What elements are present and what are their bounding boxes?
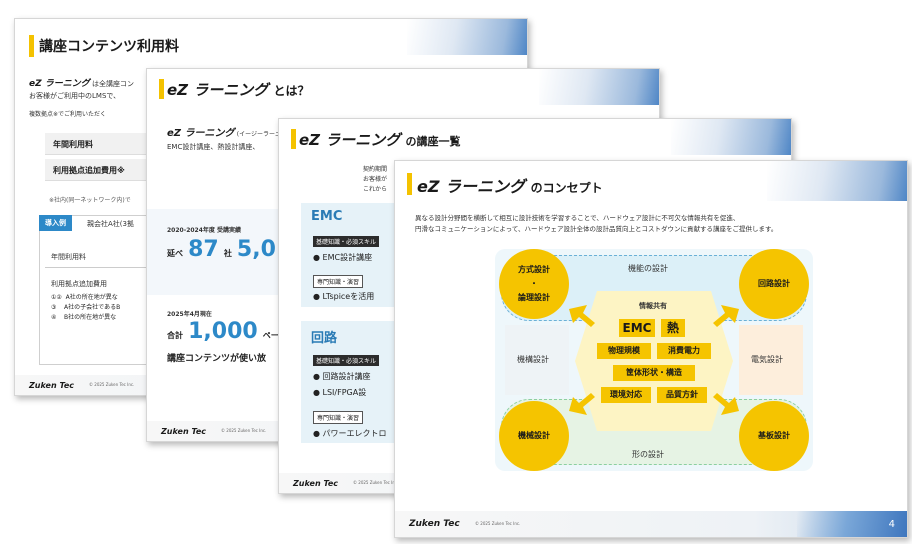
zuken-logo: Zuken Tec <box>293 479 339 488</box>
intro-text-2: お客様がご利用中のLMSで、 <box>29 92 121 100</box>
slide-title: eZ ラーニング とは？ <box>167 79 310 100</box>
slide-title: eZ ラーニング の講座一覧 <box>299 129 461 150</box>
header-stripe <box>407 19 527 55</box>
slide-4-concept[interactable]: eZ ラーニング のコンセプト 異なる設計分野間を横断して相互に設計技術を学習す… <box>394 160 908 538</box>
copyright: © 2025 Zuken Tec Inc. <box>221 428 267 433</box>
arrow-bl <box>569 393 595 415</box>
copyright: © 2025 Zuken Tec Inc. <box>475 521 521 526</box>
network-note: ※社内(同一ネットワーク内)で <box>49 197 131 204</box>
annual-fee-row: 年間利用料 <box>45 133 155 155</box>
circuit-heading: 回路 <box>311 331 338 346</box>
brand-name: eZ ラーニング <box>167 128 235 139</box>
divider <box>45 267 155 268</box>
emc-course-item: ● EMC設計講座 <box>313 253 373 262</box>
brand-name: eZ ラーニング <box>167 81 269 99</box>
circle-board-design: 基板設計 <box>739 401 809 471</box>
list-item: ③ A社の子会社であるB <box>51 304 121 311</box>
case-list: ①② A社の所在地が異な ③ A社の子会社であるB ④ B社の所在地が異な <box>51 293 120 323</box>
lsi-fpga-course-item: ● LSI/FPGA設 <box>313 388 367 397</box>
title-accent-bar <box>291 129 296 149</box>
brand-reading: (イージーラーニ <box>236 131 281 138</box>
emc-heading: EMC <box>311 209 343 224</box>
description-line-2: 円滑なコミュニケーションによって、ハードウェア設計全体の設計品質向上とコストダウ… <box>415 225 778 233</box>
header-stripe <box>671 119 791 155</box>
case-annual-fee: 年間利用料 <box>51 253 86 261</box>
slide-title: 講座コンテンツ利用料 <box>39 39 179 55</box>
stat1-label: 2020-2024年度 受講実績 <box>167 227 241 234</box>
brand-name: eZ ラーニング <box>29 79 90 89</box>
arrow-br <box>713 393 739 415</box>
title-suffix: とは？ <box>273 84 310 98</box>
case-tag: 導入例 <box>39 215 72 231</box>
expert-tag: 専門知識・演習 <box>313 275 364 288</box>
arrow-tl <box>569 305 595 327</box>
list-item: ④ B社の所在地が異な <box>51 314 117 321</box>
stat2-label: 2025年4月現在 <box>167 311 212 318</box>
ltspice-course-item: ● LTspiceを活用 <box>313 292 375 301</box>
circuit-course-item: ● 回路設計講座 <box>313 372 371 381</box>
zuken-logo: Zuken Tec <box>29 381 75 390</box>
intro-text-3: 複数拠点※でご利用いただく <box>29 111 107 118</box>
title-accent-bar <box>159 79 164 99</box>
zuken-logo: Zuken Tec <box>161 427 207 436</box>
copyright: © 2025 Zuken Tec Inc. <box>89 382 135 387</box>
location-fee-row: 利用拠点追加費用※ <box>45 159 155 181</box>
course-line: EMC設計講座、熱設計講座、 <box>167 143 260 151</box>
stat2: 合計 1,000 ペー <box>167 319 279 344</box>
concept-diagram: 機能の設計 機構設計 電気設計 形の設計 情報共有 EMC 熱 物理規模 消費電… <box>495 249 813 471</box>
basic-skill-tag: 基礎知識・必須スキル <box>313 236 380 247</box>
copyright: © 2025 Zuken Tec Inc. <box>353 480 399 485</box>
page-number: 4 <box>888 519 895 530</box>
circle-mechanical-design: 機械設計 <box>499 401 569 471</box>
title-accent-bar <box>407 173 412 195</box>
case-box <box>39 215 159 365</box>
expert-tag: 専門知識・演習 <box>313 411 364 424</box>
basic-skill-tag: 基礎知識・必須スキル <box>313 355 380 366</box>
brand-name: eZ ラーニング <box>417 177 526 196</box>
brand-name: eZ ラーニング <box>299 131 401 149</box>
slide-title: eZ ラーニング のコンセプト <box>417 173 603 197</box>
title-accent-bar <box>29 35 34 57</box>
circle-system-logic-design: 方式設計 ・ 論理設計 <box>499 249 569 319</box>
stat1: 延べ 87 社 5,0 <box>167 237 276 262</box>
header-stripe <box>767 161 907 201</box>
case-text: 親会社A社(3拠 <box>87 220 134 228</box>
stat2-line: 講座コンテンツが使い放 <box>167 354 267 364</box>
intro-text: は全講座コン <box>92 80 134 88</box>
header-stripe <box>539 69 659 105</box>
arrow-tr <box>713 305 739 327</box>
title-suffix: の講座一覧 <box>405 135 461 148</box>
power-electronics-course-item: ● パワーエレクトロ <box>313 429 387 438</box>
side-text: 契約期間 お客様が これから <box>363 166 388 193</box>
circle-circuit-design: 回路設計 <box>739 249 809 319</box>
description-line-1: 異なる設計分野間を横断して相互に設計技術を学習することで、ハードウェア設計に不可… <box>415 214 740 222</box>
zuken-logo: Zuken Tec <box>409 519 460 529</box>
case-location-fee: 利用拠点追加費用 <box>51 280 107 288</box>
list-item: ①② A社の所在地が異な <box>51 294 118 301</box>
title-suffix: のコンセプト <box>530 181 603 195</box>
